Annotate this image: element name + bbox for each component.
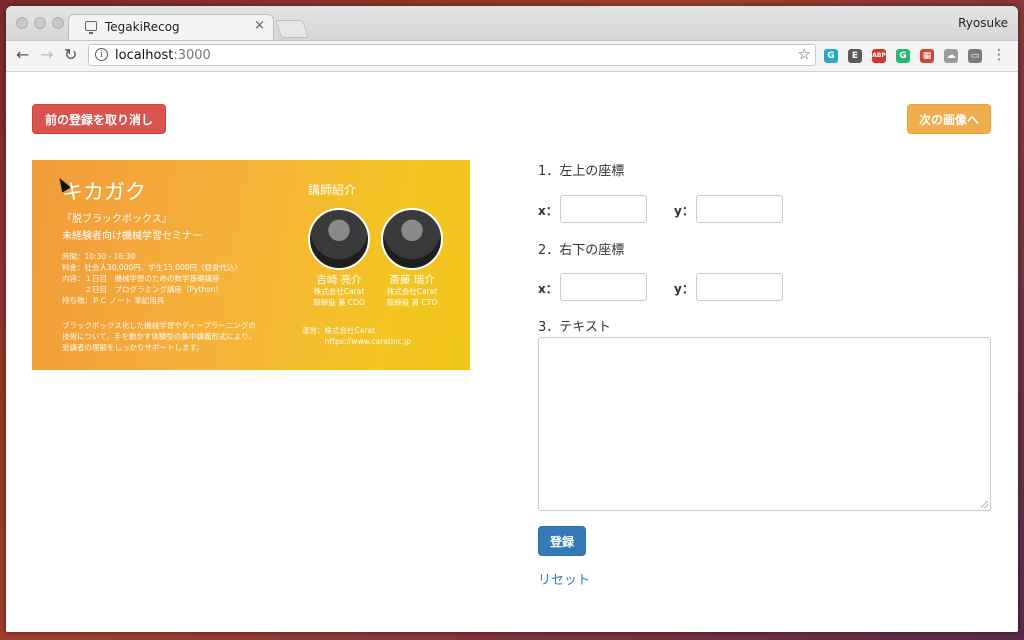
forward-icon[interactable]: → xyxy=(40,46,53,64)
info-icon[interactable]: i xyxy=(95,48,108,61)
grammarly-ext-icon[interactable]: G xyxy=(824,49,838,63)
speaker2-name: 斎藤 瑞介 xyxy=(389,274,435,286)
grid-ext-icon[interactable]: ▦ xyxy=(920,49,934,63)
tab-tegakirecog[interactable]: TegakiRecog × xyxy=(68,14,274,40)
page-content: 前の登録を取り消し 次の画像へ キカガク 『脱ブラックボックス』 未経験者向け機… xyxy=(6,72,1018,632)
g-ext-icon[interactable]: G xyxy=(896,49,910,63)
tab-title: TegakiRecog xyxy=(105,20,180,34)
y1-input[interactable] xyxy=(696,195,783,223)
section-text: 3．テキスト xyxy=(538,320,611,335)
speaker1-name: 吉崎 亮介 xyxy=(316,274,362,286)
window-ext-icon[interactable]: ▭ xyxy=(968,49,982,63)
y2-label: y： xyxy=(674,282,694,296)
new-tab-button[interactable] xyxy=(274,20,310,38)
image-details: 時間：10:30 - 18:30 料金：社会人30,000円、学生15,000円… xyxy=(62,252,242,305)
section-bottom-right: 2．右下の座標 xyxy=(538,243,625,258)
section-top-left: 1．左上の座標 xyxy=(538,164,625,179)
reload-icon[interactable]: ↻ xyxy=(64,46,77,64)
bookmark-star-icon[interactable]: ☆ xyxy=(798,45,811,63)
url-text: localhost:3000 xyxy=(115,48,211,63)
image-description: ブラックボックス化した機械学習やディープラーニングの 技術について、手を動かす体… xyxy=(62,321,256,352)
speaker1-role: 株式会社Carat 取締役 兼 COO xyxy=(313,287,365,307)
x1-label: x： xyxy=(538,204,558,218)
submit-button[interactable]: 登録 xyxy=(538,526,586,556)
undo-previous-button[interactable]: 前の登録を取り消し xyxy=(32,104,166,134)
evernote-ext-icon[interactable]: E xyxy=(848,49,862,63)
browser-toolbar: ← → ↻ i localhost:3000 ☆ G E ABP G ▦ ☁ ▭ ⋮ xyxy=(6,41,1018,72)
target-image[interactable]: キカガク 『脱ブラックボックス』 未経験者向け機械学習セミナー 時間：10:30… xyxy=(32,160,470,370)
image-title: キカガク xyxy=(62,180,146,204)
minimize-window-icon[interactable] xyxy=(34,17,46,29)
x2-label: x： xyxy=(538,282,558,296)
maximize-window-icon[interactable] xyxy=(52,17,64,29)
y2-input[interactable] xyxy=(696,273,783,301)
next-image-button[interactable]: 次の画像へ xyxy=(907,104,991,134)
text-input[interactable] xyxy=(538,337,991,511)
browser-window: TegakiRecog × Ryosuke ← → ↻ i localhost:… xyxy=(6,6,1018,632)
tab-close-icon[interactable]: × xyxy=(254,18,265,33)
close-window-icon[interactable] xyxy=(16,17,28,29)
address-bar[interactable]: i localhost:3000 ☆ xyxy=(88,44,816,66)
resize-grip-icon[interactable] xyxy=(981,501,988,508)
reset-link[interactable]: リセット xyxy=(538,569,590,588)
speakers-heading: 講師紹介 xyxy=(308,183,357,197)
speaker2-role: 株式会社Carat 取締役 兼 CTO xyxy=(386,287,438,307)
y1-label: y： xyxy=(674,204,694,218)
x2-input[interactable] xyxy=(560,273,647,301)
image-subtitle-2: 未経験者向け機械学習セミナー xyxy=(62,231,202,242)
adblock-ext-icon[interactable]: ABP xyxy=(872,49,886,63)
image-subtitle-1: 『脱ブラックボックス』 xyxy=(62,214,172,225)
speaker1-photo xyxy=(308,208,370,270)
speaker2-photo xyxy=(381,208,443,270)
menu-dots-icon[interactable]: ⋮ xyxy=(992,47,1006,63)
back-icon[interactable]: ← xyxy=(16,46,29,64)
organizer-info: 運営：株式会社Carat https://www.caratinc.jp xyxy=(302,326,412,346)
profile-name[interactable]: Ryosuke xyxy=(958,16,1008,30)
tab-strip: TegakiRecog × Ryosuke xyxy=(6,6,1018,41)
page-icon xyxy=(85,21,97,34)
cloud-ext-icon[interactable]: ☁ xyxy=(944,49,958,63)
x1-input[interactable] xyxy=(560,195,647,223)
